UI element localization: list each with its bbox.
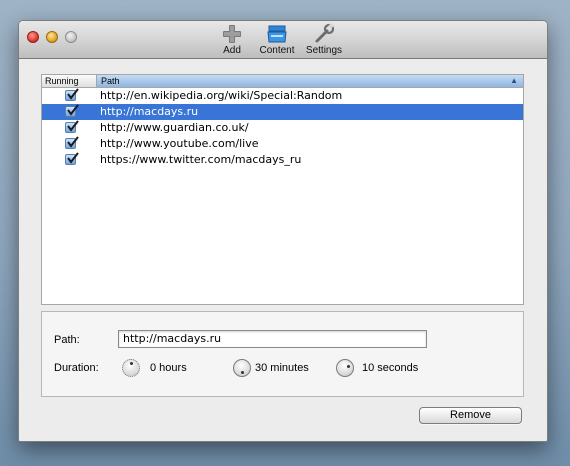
path-input[interactable]: http://macdays.ru <box>118 330 427 348</box>
minutes-dial-indicator <box>241 371 244 374</box>
table-row-selected[interactable]: http://macdays.ru <box>42 104 523 120</box>
running-checkbox[interactable] <box>65 136 79 149</box>
path-cell: http://www.youtube.com/live <box>100 137 259 150</box>
hours-value: 0 hours <box>150 362 187 374</box>
table-header: Running Path ▲ <box>42 75 523 88</box>
add-icon <box>220 23 244 45</box>
hours-dial[interactable] <box>122 359 140 377</box>
running-checkbox[interactable] <box>65 104 79 117</box>
seconds-value: 10 seconds <box>362 362 419 374</box>
running-checkbox[interactable] <box>65 88 79 101</box>
path-cell: http://www.guardian.co.uk/ <box>100 121 249 134</box>
running-checkbox[interactable] <box>65 120 79 133</box>
table-row[interactable]: http://www.guardian.co.uk/ <box>42 120 523 136</box>
toolbar: Add Content Settings <box>19 21 547 59</box>
seconds-dial-indicator <box>347 365 350 368</box>
path-field-label: Path: <box>54 334 80 346</box>
remove-button[interactable]: Remove <box>419 407 522 424</box>
column-header-path-label: Path <box>101 76 120 86</box>
path-cell: http://macdays.ru <box>100 105 199 118</box>
minutes-value: 30 minutes <box>255 362 309 374</box>
add-label: Add <box>223 45 241 56</box>
zoom-window-button[interactable] <box>65 31 77 43</box>
app-window: Add Content Settings Running Path ▲ http… <box>18 20 548 442</box>
close-window-button[interactable] <box>27 31 39 43</box>
path-cell: https://www.twitter.com/macdays_ru <box>100 153 302 166</box>
content-toolbar-button[interactable]: Content <box>256 23 298 56</box>
settings-toolbar-button[interactable]: Settings <box>303 23 345 56</box>
sort-ascending-icon: ▲ <box>510 76 518 85</box>
path-cell: http://en.wikipedia.org/wiki/Special:Ran… <box>100 89 343 102</box>
table-row[interactable]: https://www.twitter.com/macdays_ru <box>42 152 523 168</box>
minutes-dial[interactable] <box>233 359 251 377</box>
paths-table: Running Path ▲ http://en.wikipedia.org/w… <box>41 74 524 305</box>
settings-icon <box>312 23 336 45</box>
table-row[interactable]: http://www.youtube.com/live <box>42 136 523 152</box>
column-header-running[interactable]: Running <box>42 75 97 87</box>
settings-label: Settings <box>305 45 343 56</box>
table-row[interactable]: http://en.wikipedia.org/wiki/Special:Ran… <box>42 88 523 104</box>
seconds-dial[interactable] <box>336 359 354 377</box>
minimize-window-button[interactable] <box>46 31 58 43</box>
running-checkbox[interactable] <box>65 152 79 165</box>
add-toolbar-button[interactable]: Add <box>217 23 247 56</box>
content-icon <box>265 23 289 45</box>
column-header-path[interactable]: Path ▲ <box>97 75 523 87</box>
detail-panel: Path: http://macdays.ru Duration: 0 hour… <box>41 311 524 397</box>
content-label: Content <box>259 45 295 56</box>
hours-dial-indicator <box>130 362 133 365</box>
duration-label: Duration: <box>54 362 99 374</box>
